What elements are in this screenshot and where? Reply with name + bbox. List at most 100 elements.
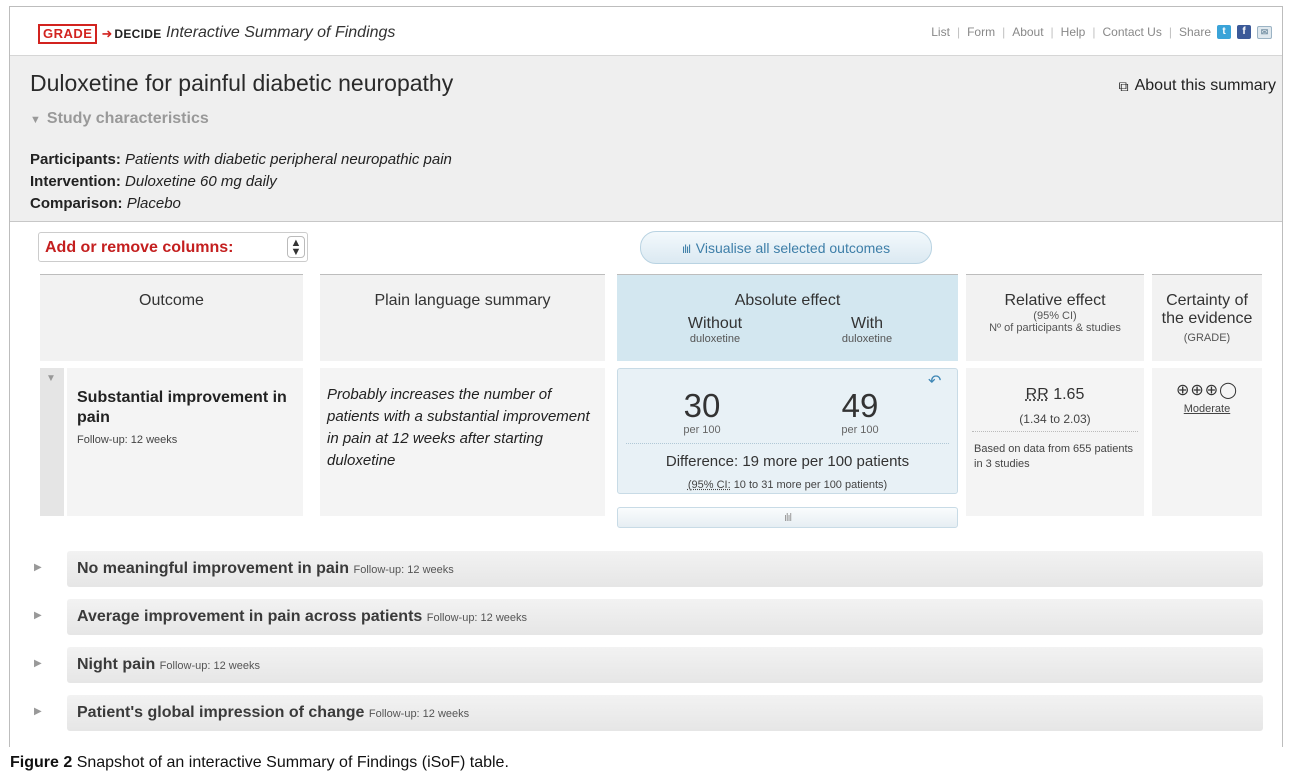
- app-window: GRADE ➜ DECIDE Interactive Summary of Fi…: [9, 6, 1283, 747]
- participants-value: Patients with diabetic peripheral neurop…: [125, 151, 452, 168]
- collapsed-outcome-follow-up: Follow-up: 12 weeks: [426, 612, 528, 624]
- ci-label: (95% CI:: [687, 479, 731, 491]
- top-nav: List | Form | About | Help | Contact Us | Sha…: [931, 25, 1272, 39]
- nav-separator: |: [1092, 25, 1096, 39]
- nav-separator: |: [1002, 25, 1006, 39]
- divider: [972, 431, 1138, 432]
- difference-text: Difference: 19 more per 100 patients: [665, 453, 910, 470]
- plain-language-text: Probably increases the number of patient…: [327, 386, 590, 469]
- about-summary-link[interactable]: ⧉ About this summary: [1119, 77, 1276, 95]
- comparison-label: Comparison:: [30, 195, 123, 212]
- column-header-relative-effect: Relative effect (95% CI) Nº of participa…: [966, 274, 1144, 361]
- collapsed-outcome-row[interactable]: Night pain Follow-up: 12 weeks: [67, 647, 1263, 683]
- comparison-value: Placebo: [126, 195, 181, 212]
- undo-icon[interactable]: ↶: [928, 371, 941, 391]
- twitter-icon[interactable]: t: [1217, 25, 1231, 39]
- with-header: With duloxetine: [827, 315, 907, 345]
- summary-header: Duloxetine for painful diabetic neuropat…: [10, 56, 1282, 222]
- nav-separator: |: [1050, 25, 1054, 39]
- intervention-value: Duloxetine 60 mg daily: [125, 173, 277, 190]
- with-sub: duloxetine: [841, 333, 893, 345]
- about-summary-label: About this summary: [1134, 77, 1276, 94]
- certainty-rating: ⊕⊕⊕◯: [1175, 382, 1239, 399]
- collapsed-outcome-follow-up: Follow-up: 12 weeks: [353, 564, 454, 576]
- nav-separator: |: [1168, 25, 1172, 39]
- nav-share: Share: [1178, 25, 1211, 39]
- column-header-certainty: Certainty of the evidence (GRADE): [1152, 274, 1262, 361]
- top-bar: GRADE ➜ DECIDE Interactive Summary of Fi…: [10, 7, 1282, 56]
- outcome-follow-up: Follow-up: 12 weeks: [77, 434, 178, 446]
- collapsed-outcome-row[interactable]: Average improvement in pain across patie…: [67, 599, 1263, 635]
- collapsed-outcome-name: No meaningful improvement in pain: [77, 560, 350, 577]
- without-label: Without: [687, 315, 743, 332]
- facebook-icon[interactable]: f: [1237, 25, 1251, 39]
- collapsed-outcome-follow-up: Follow-up: 12 weeks: [368, 708, 470, 720]
- visualise-outcome-button[interactable]: ılıl: [617, 507, 958, 528]
- nav-form[interactable]: Form: [967, 25, 995, 39]
- without-value: 30: [683, 387, 721, 424]
- row-collapse-handle[interactable]: [40, 368, 64, 516]
- with-label: With: [851, 315, 883, 332]
- rr-ci: (1.34 to 2.03): [1019, 412, 1091, 426]
- triangle-right-icon[interactable]: ▶: [34, 610, 42, 621]
- column-header-plain-language: Plain language summary: [320, 274, 605, 361]
- collapsed-outcome-name: Average improvement in pain across patie…: [77, 608, 423, 625]
- participants-label: Participants:: [30, 151, 121, 168]
- bar-chart-icon: ılıl: [784, 512, 792, 524]
- certainty-sub-label: (GRADE): [1183, 332, 1231, 344]
- bar-chart-icon: ılıl: [681, 242, 691, 256]
- without-unit: per 100: [683, 424, 721, 436]
- without-header: Without duloxetine: [675, 315, 755, 345]
- columns-select-label: Add or remove columns:: [45, 239, 234, 256]
- triangle-down-icon: ▼: [46, 373, 56, 384]
- collapsed-outcome-row[interactable]: Patient's global impression of change Fo…: [67, 695, 1263, 731]
- logo-arrow-icon: ➜: [101, 26, 113, 41]
- outcome-name: Substantial improvement in pain: [77, 389, 287, 426]
- ci-range: 10 to 31 more per 100 patients): [733, 479, 888, 491]
- column-header-outcome: Outcome: [40, 274, 303, 361]
- collapsed-outcome-follow-up: Follow-up: 12 weeks: [159, 660, 260, 672]
- app-title: Interactive Summary of Findings: [166, 24, 396, 41]
- nav-separator: |: [956, 25, 961, 39]
- nav-list[interactable]: List: [931, 25, 950, 39]
- collapsed-outcome-row[interactable]: No meaningful improvement in pain Follow…: [67, 551, 1263, 587]
- relative-effect-cell: RR 1.65 (1.34 to 2.03) Based on data fro…: [966, 368, 1144, 516]
- study-characteristics-toggle[interactable]: ▼ Study characteristics: [30, 110, 209, 128]
- column-title: Plain language summary: [374, 292, 551, 309]
- collapsed-outcome-name: Night pain: [77, 656, 156, 673]
- relative-sub-label: Nº of participants & studies: [989, 322, 1121, 334]
- intervention-label: Intervention:: [30, 173, 121, 190]
- column-header-absolute-effect: Absolute effect Without duloxetine With …: [617, 274, 958, 361]
- absolute-effect-cell: ↶ 30 per 100 49 per 100 Difference: 19 m…: [617, 368, 958, 494]
- triangle-right-icon[interactable]: ▶: [34, 562, 42, 573]
- nav-contact-us[interactable]: Contact Us: [1102, 25, 1161, 39]
- page-title: Duloxetine for painful diabetic neuropat…: [30, 70, 454, 96]
- with-unit: per 100: [841, 424, 879, 436]
- visualise-all-button[interactable]: ılıl Visualise all selected outcomes: [640, 231, 932, 264]
- figure-caption: Figure 2 Snapshot of an interactive Summ…: [10, 754, 509, 772]
- without-sub: duloxetine: [689, 333, 741, 345]
- columns-select[interactable]: Add or remove columns: ▲ ▼: [38, 232, 308, 262]
- grade-decide-logo[interactable]: GRADE ➜ DECIDE: [38, 24, 162, 44]
- nav-about[interactable]: About: [1012, 25, 1043, 39]
- rr-value: 1.65: [1053, 386, 1085, 403]
- study-characteristics-label: Study characteristics: [46, 110, 209, 127]
- visualise-all-label: Visualise all selected outcomes: [695, 240, 891, 256]
- comparison-line: Comparison: Placebo: [30, 195, 181, 212]
- plain-language-cell: Probably increases the number of patient…: [320, 368, 605, 516]
- logo-grade: GRADE: [38, 24, 98, 44]
- relative-risk: RR 1.65: [966, 386, 1144, 404]
- with-value: 49: [841, 387, 879, 424]
- select-stepper-icon: ▲ ▼: [287, 236, 305, 258]
- certainty-title-line1: Certainty of: [1166, 292, 1248, 309]
- email-icon[interactable]: ✉: [1257, 25, 1272, 39]
- collapsed-outcome-name: Patient's global impression of change: [77, 704, 365, 721]
- triangle-right-icon[interactable]: ▶: [34, 658, 42, 669]
- logo-decide: DECIDE: [114, 27, 162, 41]
- certainty-label[interactable]: Moderate: [1152, 403, 1262, 415]
- figure-caption-text: Snapshot of an interactive Summary of Fi…: [76, 754, 509, 771]
- triangle-right-icon[interactable]: ▶: [34, 706, 42, 717]
- figure-label: Figure 2: [10, 754, 73, 771]
- certainty-cell: ⊕⊕⊕◯ Moderate: [1152, 368, 1262, 516]
- nav-help[interactable]: Help: [1061, 25, 1086, 39]
